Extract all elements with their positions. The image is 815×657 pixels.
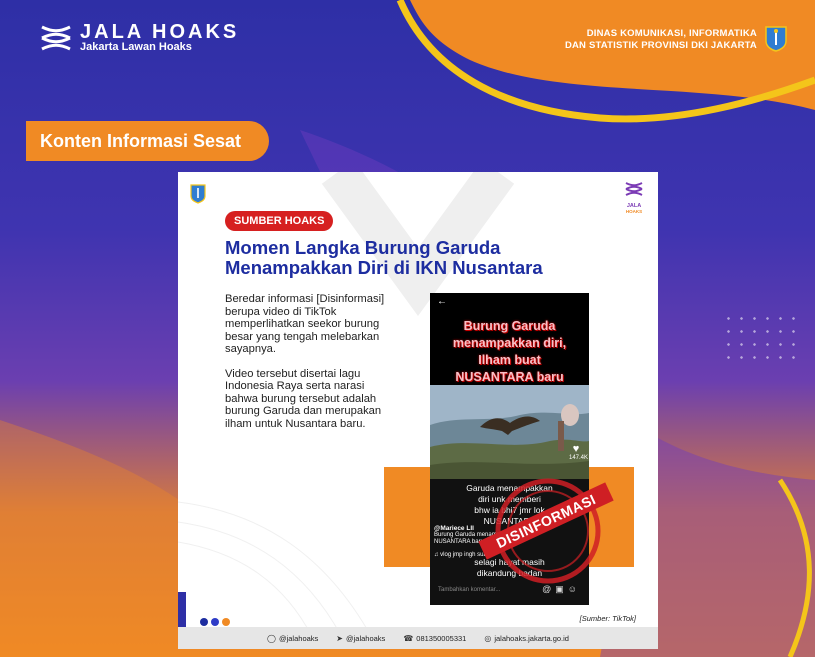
footer-instagram[interactable]: ◯ @jalahoaks xyxy=(267,634,318,643)
headline-line1: Momen Langka Burung Garuda xyxy=(225,237,501,258)
jala-hoaks-mark-icon xyxy=(41,25,71,51)
twitter-icon: ➤ xyxy=(336,633,343,643)
overlay-text-line: menampakkan diri, xyxy=(452,336,567,350)
like-icon[interactable]: ♥ xyxy=(569,443,583,455)
decor-dot xyxy=(200,618,208,626)
source-note: [Sumber: TikTok] xyxy=(579,614,636,623)
globe-icon: ◎ xyxy=(484,633,492,643)
gift-icon[interactable]: ▣ xyxy=(555,584,568,594)
instagram-icon: ◯ xyxy=(267,633,276,643)
small-logo-line2: HOAKS xyxy=(625,209,643,214)
section-ribbon: Konten Informasi Sesat xyxy=(26,121,270,161)
like-count: 147.4K xyxy=(569,455,589,461)
slide: JALA HOAKS Jakarta Lawan Hoaks DINAS KOM… xyxy=(0,0,815,657)
headline-line2: Menampakkan Diri di IKN Nusantara xyxy=(225,257,543,278)
eagle-photo xyxy=(430,385,589,479)
agency-name-line1: DINAS KOMUNIKASI, INFORMATIKA xyxy=(586,28,757,39)
dot-pattern xyxy=(722,312,802,362)
decor-dot xyxy=(222,618,230,626)
footer-twitter[interactable]: ➤ @jalahoaks xyxy=(336,634,385,643)
brand-title: JALA HOAKS xyxy=(80,20,240,43)
comment-input[interactable]: Tambahkan komentar... xyxy=(438,587,500,593)
description-paragraph-2: Video tersebut disertai lagu Indonesia R… xyxy=(225,367,382,430)
description: Beredar informasi [Disinformasi] berupa … xyxy=(225,293,400,430)
whatsapp-icon: ☎ xyxy=(403,633,414,643)
back-arrow-icon: ← xyxy=(437,296,447,307)
emoji-icon[interactable]: ☺ xyxy=(568,584,581,594)
agency-name: DINAS KOMUNIKASI, INFORMATIKA DAN STATIS… xyxy=(565,28,757,52)
footer-website[interactable]: ◎ jalahoaks.jakarta.go.id xyxy=(484,634,569,643)
overlay-text-line: NUSANTARA baru xyxy=(455,370,564,384)
decor-dots xyxy=(200,618,230,626)
instagram-handle: @jalahoaks xyxy=(278,633,319,643)
comment-actions: @▣☺ xyxy=(542,584,581,595)
contact-footer: ◯ @jalahoaks ➤ @jalahoaks ☎ 081350005331… xyxy=(178,627,658,649)
headline: Momen Langka Burung Garuda Menampakkan D… xyxy=(225,238,625,278)
jala-hoaks-small-mark-icon xyxy=(625,182,643,196)
mention-icon[interactable]: @ xyxy=(542,584,555,594)
twitter-handle: @jalahoaks xyxy=(346,633,386,643)
footer-whatsapp[interactable]: ☎ 081350005331 xyxy=(403,634,466,643)
tiktok-side-actions: ♥ 147.4K xyxy=(569,443,589,461)
jala-hoaks-small-logo: JALA HOAKS xyxy=(622,180,646,214)
dki-jakarta-crest-icon xyxy=(765,26,787,52)
jala-hoaks-logo: JALA HOAKS Jakarta Lawan Hoaks xyxy=(38,22,239,54)
hoax-card: JALA HOAKS SUMBER HOAKS Momen Langka Bur… xyxy=(178,172,658,649)
dki-crest-small-icon xyxy=(190,184,206,204)
overlay-text-line: Ilham buat xyxy=(478,353,541,367)
decor-dot xyxy=(211,618,219,626)
whatsapp-number: 081350005331 xyxy=(416,633,467,643)
description-paragraph-1: Beredar informasi [Disinformasi] berupa … xyxy=(225,293,385,355)
agency-name-line2: DAN STATISTIK PROVINSI DKI JAKARTA xyxy=(564,40,757,51)
overlay-text-line: Burung Garuda xyxy=(463,319,556,333)
website-url: jalahoaks.jakarta.go.id xyxy=(494,633,569,643)
source-badge: SUMBER HOAKS xyxy=(225,211,334,231)
